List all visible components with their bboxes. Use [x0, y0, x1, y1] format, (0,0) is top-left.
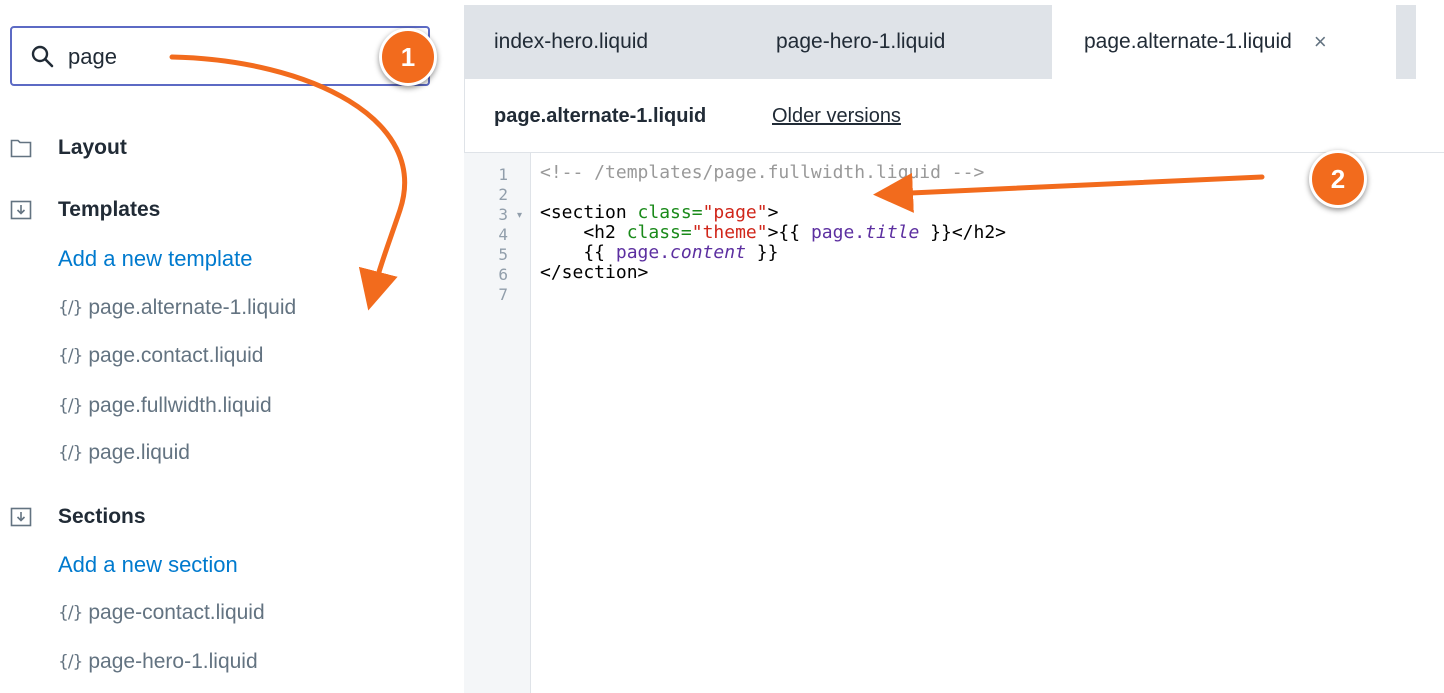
tab-bar: index-hero.liquid page-hero-1.liquid pag…	[464, 5, 1444, 79]
code-line[interactable]: <h2 class="theme">{{ page.title }}</h2>	[540, 223, 1006, 243]
sidebar: page Layout Templates Add a new template…	[0, 0, 465, 693]
file-label: page.fullwidth.liquid	[88, 394, 272, 417]
tab-label: page.alternate-1.liquid	[1084, 30, 1292, 53]
folder-label: Templates	[58, 198, 161, 221]
code-string: "theme"	[691, 222, 768, 243]
line-gutter: 1 2 3 ▾ 4 5 6 7	[464, 153, 531, 693]
editor-header: page.alternate-1.liquid Older versions	[464, 79, 1444, 153]
file-item[interactable]: {/} page.liquid	[58, 441, 190, 465]
code-property: title	[865, 222, 920, 243]
file-label: page.alternate-1.liquid	[88, 296, 297, 319]
code-file-icon: {/}	[58, 652, 83, 672]
tab-label: index-hero.liquid	[494, 30, 649, 53]
code-line[interactable]: </section>	[540, 263, 648, 283]
code-tag: }}	[745, 242, 779, 263]
tab-index-hero[interactable]: index-hero.liquid	[494, 5, 648, 79]
tabs-right-strip	[1416, 5, 1444, 79]
code-tag: >{{	[767, 222, 811, 243]
folder-templates[interactable]: Templates	[10, 198, 160, 222]
folder-open-icon	[10, 200, 32, 220]
code-string: "page"	[702, 202, 768, 223]
folder-open-icon	[10, 507, 32, 527]
file-item[interactable]: {/} page-contact.liquid	[58, 601, 265, 625]
folder-label: Layout	[58, 136, 127, 159]
code-tag: >	[767, 202, 779, 223]
code-property: content	[670, 242, 746, 263]
code-line[interactable]: <section class="page">	[540, 203, 778, 223]
code-file-icon: {/}	[58, 396, 83, 416]
search-input[interactable]: page	[10, 26, 430, 86]
code-attr: class=	[626, 222, 692, 243]
add-template-link[interactable]: Add a new template	[58, 246, 252, 272]
code-line[interactable]: <!-- /templates/page.fullwidth.liquid --…	[540, 163, 984, 183]
code-line[interactable]: {{ page.content }}	[540, 243, 778, 263]
editor-filename: page.alternate-1.liquid	[494, 105, 707, 127]
folder-icon	[10, 139, 32, 158]
line-number: 7	[498, 285, 508, 304]
file-label: page.contact.liquid	[88, 344, 264, 367]
file-label: page-contact.liquid	[88, 601, 265, 624]
line-number: 2	[498, 185, 508, 204]
line-number: 4	[498, 225, 508, 244]
folder-label: Sections	[58, 505, 146, 528]
tab-page-hero-1[interactable]: page-hero-1.liquid	[776, 5, 945, 79]
file-item[interactable]: {/} page.fullwidth.liquid	[58, 394, 272, 418]
code-variable: page.	[615, 242, 671, 263]
line-number: 1	[498, 165, 508, 184]
code-file-icon: {/}	[58, 603, 83, 623]
close-icon[interactable]: ×	[1314, 29, 1327, 55]
annotation-badge-1: 1	[379, 28, 437, 86]
folder-sections[interactable]: Sections	[10, 505, 146, 529]
fold-toggle-icon[interactable]: ▾	[517, 210, 522, 221]
line-number: 3	[498, 205, 508, 224]
code-file-icon: {/}	[58, 298, 83, 318]
file-label: page-hero-1.liquid	[88, 650, 258, 673]
add-section-link[interactable]: Add a new section	[58, 552, 238, 578]
older-versions-link[interactable]: Older versions	[772, 105, 901, 128]
code-tag: {{	[540, 242, 616, 263]
file-item[interactable]: {/} page.contact.liquid	[58, 344, 264, 368]
line-number: 6	[498, 265, 508, 284]
code-attr: class=	[637, 202, 703, 223]
code-file-icon: {/}	[58, 346, 83, 366]
tab-label: page-hero-1.liquid	[776, 30, 946, 53]
tab-page-alternate-1[interactable]: page.alternate-1.liquid ×	[1052, 5, 1396, 79]
line-number: 5	[498, 245, 508, 264]
code-variable: page.	[810, 222, 866, 243]
code-tag: </section>	[540, 262, 649, 283]
code-tag: <section	[540, 202, 638, 223]
code-tag: }}</h2>	[919, 222, 1007, 243]
code-comment: <!-- /templates/page.fullwidth.liquid --…	[540, 162, 985, 183]
code-file-icon: {/}	[58, 443, 83, 463]
code-tag: <h2	[540, 222, 627, 243]
search-icon	[31, 45, 54, 68]
folder-layout[interactable]: Layout	[10, 136, 127, 160]
file-label: page.liquid	[88, 441, 190, 464]
annotation-badge-2: 2	[1309, 150, 1367, 208]
file-item[interactable]: {/} page.alternate-1.liquid	[58, 296, 296, 320]
file-item[interactable]: {/} page-hero-1.liquid	[58, 650, 258, 674]
search-value[interactable]: page	[68, 44, 117, 70]
